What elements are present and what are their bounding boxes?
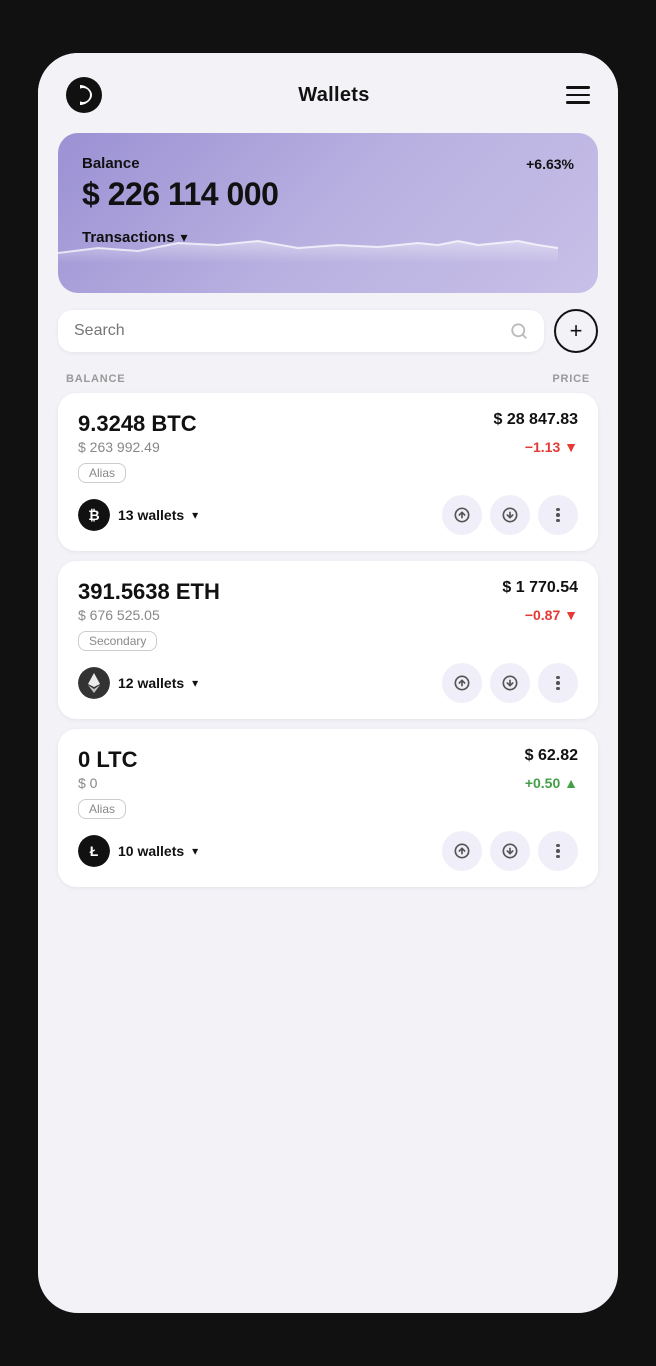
- btc-wallets-count: 13 wallets: [118, 507, 184, 523]
- search-box: [58, 310, 544, 352]
- eth-price: $ 1 770.54: [502, 579, 578, 597]
- balance-col-header: BALANCE: [66, 373, 125, 385]
- dot-icon: [556, 855, 560, 859]
- btc-receive-button[interactable]: [490, 495, 530, 535]
- price-col-header: PRICE: [552, 373, 590, 385]
- ltc-wallets-button[interactable]: Ł 10 wallets ▾: [78, 835, 198, 867]
- btc-price: $ 28 847.83: [493, 411, 578, 429]
- dot-icon: [556, 687, 560, 691]
- search-input[interactable]: [74, 322, 500, 340]
- balance-chart: [58, 193, 558, 263]
- svg-text:Ł: Ł: [90, 843, 99, 859]
- ltc-amount: 0 LTC: [78, 747, 137, 773]
- app-header: Wallets: [38, 53, 618, 125]
- dot-icon: [556, 681, 560, 685]
- receive-icon: [502, 507, 518, 523]
- btc-amount: 9.3248 BTC: [78, 411, 197, 437]
- eth-wallets-button[interactable]: 12 wallets ▾: [78, 667, 198, 699]
- search-section: +: [58, 309, 598, 353]
- eth-more-button[interactable]: [538, 663, 578, 703]
- balance-label: Balance: [82, 155, 140, 172]
- dot-icon: [556, 676, 560, 680]
- ltc-coin-icon: Ł: [78, 835, 110, 867]
- app-logo-icon: [66, 77, 102, 113]
- btc-wallets-chevron-icon: ▾: [192, 508, 198, 522]
- transactions-button[interactable]: Transactions ▾: [82, 229, 574, 246]
- eth-actions: [442, 663, 578, 703]
- transactions-label: Transactions: [82, 229, 175, 246]
- search-icon: [510, 322, 528, 340]
- eth-coin-icon: [78, 667, 110, 699]
- dot-icon: [556, 513, 560, 517]
- header-title: Wallets: [298, 84, 369, 107]
- eth-send-button[interactable]: [442, 663, 482, 703]
- asset-card-btc: 9.3248 BTC $ 28 847.83 $ 263 992.49 −1.1…: [58, 393, 598, 551]
- btc-coin-icon: ₿: [78, 499, 110, 531]
- receive-icon: [502, 843, 518, 859]
- svg-text:₿: ₿: [88, 507, 99, 523]
- eth-tag: Secondary: [78, 631, 157, 651]
- ltc-change: +0.50 ▲: [525, 775, 578, 791]
- add-wallet-button[interactable]: +: [554, 309, 598, 353]
- ltc-usd-value: $ 0: [78, 775, 97, 791]
- btc-send-button[interactable]: [442, 495, 482, 535]
- btc-more-button[interactable]: [538, 495, 578, 535]
- btc-change: −1.13 ▼: [525, 439, 578, 455]
- eth-usd-value: $ 676 525.05: [78, 607, 160, 623]
- eth-change: −0.87 ▼: [525, 607, 578, 623]
- btc-actions: [442, 495, 578, 535]
- dot-icon: [556, 508, 560, 512]
- eth-wallets-count: 12 wallets: [118, 675, 184, 691]
- ltc-more-button[interactable]: [538, 831, 578, 871]
- ltc-price: $ 62.82: [525, 747, 578, 765]
- btc-usd-value: $ 263 992.49: [78, 439, 160, 455]
- assets-list: 9.3248 BTC $ 28 847.83 $ 263 992.49 −1.1…: [38, 393, 618, 911]
- receive-icon: [502, 675, 518, 691]
- ltc-send-button[interactable]: [442, 831, 482, 871]
- ltc-wallets-chevron-icon: ▾: [192, 844, 198, 858]
- ltc-wallets-count: 10 wallets: [118, 843, 184, 859]
- send-icon: [454, 843, 470, 859]
- asset-card-eth: 391.5638 ETH $ 1 770.54 $ 676 525.05 −0.…: [58, 561, 598, 719]
- dot-icon: [556, 844, 560, 848]
- send-icon: [454, 507, 470, 523]
- ltc-receive-button[interactable]: [490, 831, 530, 871]
- send-icon: [454, 675, 470, 691]
- eth-receive-button[interactable]: [490, 663, 530, 703]
- btc-tag: Alias: [78, 463, 126, 483]
- balance-percent: +6.63%: [526, 156, 574, 172]
- column-headers: BALANCE PRICE: [38, 361, 618, 393]
- asset-card-ltc: 0 LTC $ 62.82 $ 0 +0.50 ▲ Alias Ł 10 wal…: [58, 729, 598, 887]
- dot-icon: [556, 519, 560, 523]
- eth-amount: 391.5638 ETH: [78, 579, 220, 605]
- transactions-chevron-icon: ▾: [181, 229, 188, 246]
- balance-card: Balance +6.63% $ 226 114 000 Transaction…: [58, 133, 598, 293]
- btc-wallets-button[interactable]: ₿ 13 wallets ▾: [78, 499, 198, 531]
- ltc-tag: Alias: [78, 799, 126, 819]
- ltc-actions: [442, 831, 578, 871]
- eth-wallets-chevron-icon: ▾: [192, 676, 198, 690]
- menu-button[interactable]: [566, 86, 590, 104]
- dot-icon: [556, 849, 560, 853]
